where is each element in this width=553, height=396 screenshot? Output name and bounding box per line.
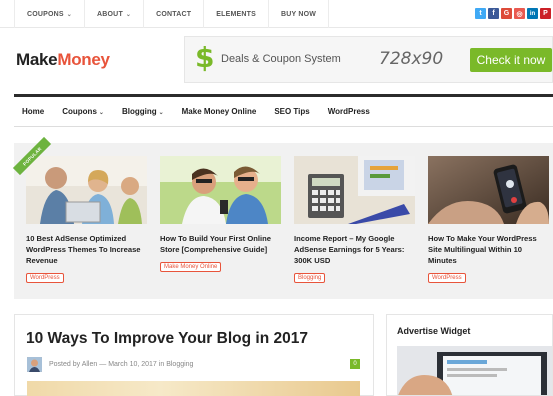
meta-separator: — — [99, 361, 107, 368]
chevron-down-icon: ⌄ — [158, 110, 164, 116]
nav-label: Coupons — [62, 107, 97, 116]
top-bar: COUPONS ⌄ ABOUT ⌄ CONTACT ELEMENTS BUY NOW… — [0, 0, 553, 28]
post-thumbnail[interactable] — [294, 156, 415, 224]
popular-card[interactable]: How To Make Your WordPress Site Multilin… — [428, 156, 549, 284]
meta-posted-by: Posted by — [49, 361, 81, 368]
phone-hand-photo — [428, 156, 549, 224]
top-nav-label: CONTACT — [156, 10, 192, 18]
nav-item-make-money-online[interactable]: Make Money Online — [173, 107, 266, 116]
nav-item-wordpress[interactable]: WordPress — [319, 107, 379, 116]
nav-label: Make Money Online — [181, 107, 257, 116]
nav-item-seo-tips[interactable]: SEO Tips — [265, 107, 318, 116]
post-meta: Posted by Allen — March 10, 2017 in Blog… — [49, 361, 193, 368]
chevron-down-icon: ⌄ — [66, 11, 73, 18]
top-nav-label: ABOUT — [97, 10, 123, 18]
popular-card-title[interactable]: 10 Best AdSense Optimized WordPress Them… — [26, 233, 147, 266]
top-nav-buy-now[interactable]: BUY NOW — [269, 0, 330, 28]
post-article: 10 Ways To Improve Your Blog in 2017 Pos… — [14, 314, 374, 396]
nav-label: Home — [22, 107, 45, 116]
top-nav-label: ELEMENTS — [216, 10, 256, 18]
category-badge[interactable]: Make Money Online — [160, 262, 222, 272]
comment-count[interactable]: 0 — [350, 359, 360, 369]
post-title[interactable]: 10 Ways To Improve Your Blog in 2017 — [26, 330, 308, 348]
calculator-desk-photo — [294, 156, 415, 224]
nav-item-home[interactable]: Home — [14, 107, 53, 116]
popular-card[interactable]: How To Build Your First Online Store [Co… — [160, 156, 281, 273]
couple-outdoors-photo — [160, 156, 281, 224]
nav-item-coupons[interactable]: Coupons ⌄ — [53, 107, 113, 116]
author-avatar-image — [27, 357, 42, 372]
family-laptop-photo — [26, 156, 147, 224]
popular-card-title[interactable]: How To Make Your WordPress Site Multilin… — [428, 233, 549, 266]
facebook-icon[interactable]: f — [488, 8, 499, 19]
site-logo[interactable]: MakeMoney — [16, 50, 110, 70]
widget-title: Advertise Widget — [397, 326, 471, 336]
advertise-widget: Advertise Widget — [386, 314, 553, 396]
avatar[interactable] — [27, 357, 42, 372]
top-nav-contact[interactable]: CONTACT — [144, 0, 205, 28]
nav-label: WordPress — [327, 107, 370, 116]
top-nav-coupons[interactable]: COUPONS ⌄ — [14, 0, 86, 28]
post-thumbnail[interactable] — [26, 156, 147, 224]
popular-card[interactable]: Income Report – My Google AdSense Earnin… — [294, 156, 415, 284]
nav-label: Blogging — [121, 107, 157, 116]
top-nav-label: BUY NOW — [280, 10, 317, 18]
meta-in: in — [158, 361, 165, 368]
top-nav-label: COUPONS — [27, 10, 64, 18]
linkedin-icon[interactable]: in — [527, 8, 538, 19]
logo-text-make: Make — [16, 50, 58, 69]
ad-text: Deals & Coupon System — [221, 53, 341, 65]
dribbble-icon[interactable]: ◎ — [514, 8, 525, 19]
top-nav-about[interactable]: ABOUT ⌄ — [85, 0, 145, 28]
category-badge[interactable]: WordPress — [26, 273, 64, 283]
top-nav-elements[interactable]: ELEMENTS — [204, 0, 269, 28]
google-plus-icon[interactable]: G — [501, 8, 512, 19]
chevron-down-icon: ⌄ — [125, 11, 132, 18]
pinterest-icon[interactable]: P — [540, 8, 551, 19]
ad-size: 728x90 — [379, 49, 444, 69]
nav-item-blogging[interactable]: Blogging ⌄ — [113, 107, 173, 116]
header-ad-banner[interactable]: $ Deals & Coupon System 728x90 Check it … — [184, 36, 553, 83]
post-thumbnail[interactable] — [428, 156, 549, 224]
social-links: t f G ◎ in P — [475, 8, 551, 19]
popular-card-title[interactable]: How To Build Your First Online Store [Co… — [160, 233, 281, 255]
chevron-down-icon: ⌄ — [98, 110, 104, 116]
post-featured-image[interactable] — [27, 381, 360, 396]
post-date: March 10, 2017 — [108, 361, 157, 368]
widget-ad-image[interactable] — [397, 346, 552, 395]
nav-label: SEO Tips — [274, 107, 310, 116]
laptop-hand-photo — [397, 346, 552, 395]
dollar-icon: $ — [195, 41, 215, 74]
popular-posts-strip: POPULAR 10 Best AdSense Optimized WordPr… — [12, 136, 553, 299]
popular-card[interactable]: 10 Best AdSense Optimized WordPress Them… — [26, 156, 147, 284]
top-nav: COUPONS ⌄ ABOUT ⌄ CONTACT ELEMENTS BUY NOW — [14, 0, 330, 28]
check-it-now-button[interactable]: Check it now — [470, 48, 552, 72]
twitter-icon[interactable]: t — [475, 8, 486, 19]
category-link[interactable]: Blogging — [166, 361, 193, 368]
logo-text-money: Money — [57, 50, 110, 69]
page: COUPONS ⌄ ABOUT ⌄ CONTACT ELEMENTS BUY NOW… — [0, 0, 553, 396]
category-badge[interactable]: Blogging — [294, 273, 326, 283]
author-link[interactable]: Allen — [82, 361, 98, 368]
post-thumbnail[interactable] — [160, 156, 281, 224]
category-badge[interactable]: WordPress — [428, 273, 466, 283]
popular-card-title[interactable]: Income Report – My Google AdSense Earnin… — [294, 233, 415, 266]
main-nav: Home Coupons ⌄ Blogging ⌄ Make Money Onlin… — [14, 94, 553, 127]
